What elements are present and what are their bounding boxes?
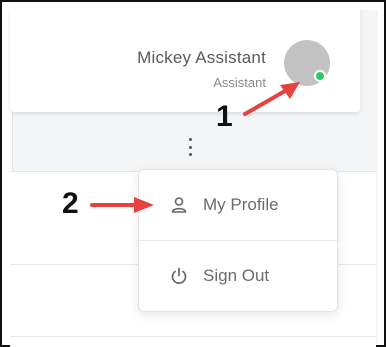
more-options-icon[interactable] bbox=[186, 138, 194, 156]
power-icon bbox=[171, 267, 187, 284]
user-dropdown-menu: My Profile Sign Out bbox=[138, 169, 339, 312]
menu-item-label: Sign Out bbox=[203, 265, 270, 285]
step-2-label: 2 bbox=[62, 187, 79, 220]
user-role: Assistant bbox=[213, 75, 266, 90]
menu-item-my-profile[interactable]: My Profile bbox=[139, 170, 339, 240]
user-name: Mickey Assistant bbox=[137, 48, 266, 67]
menu-item-label: My Profile bbox=[203, 195, 279, 214]
online-status-dot bbox=[314, 70, 326, 82]
menu-item-sign-out[interactable]: Sign Out bbox=[139, 240, 339, 310]
user-icon bbox=[171, 197, 187, 213]
step-1-label: 1 bbox=[216, 100, 233, 133]
row-divider bbox=[10, 336, 376, 337]
